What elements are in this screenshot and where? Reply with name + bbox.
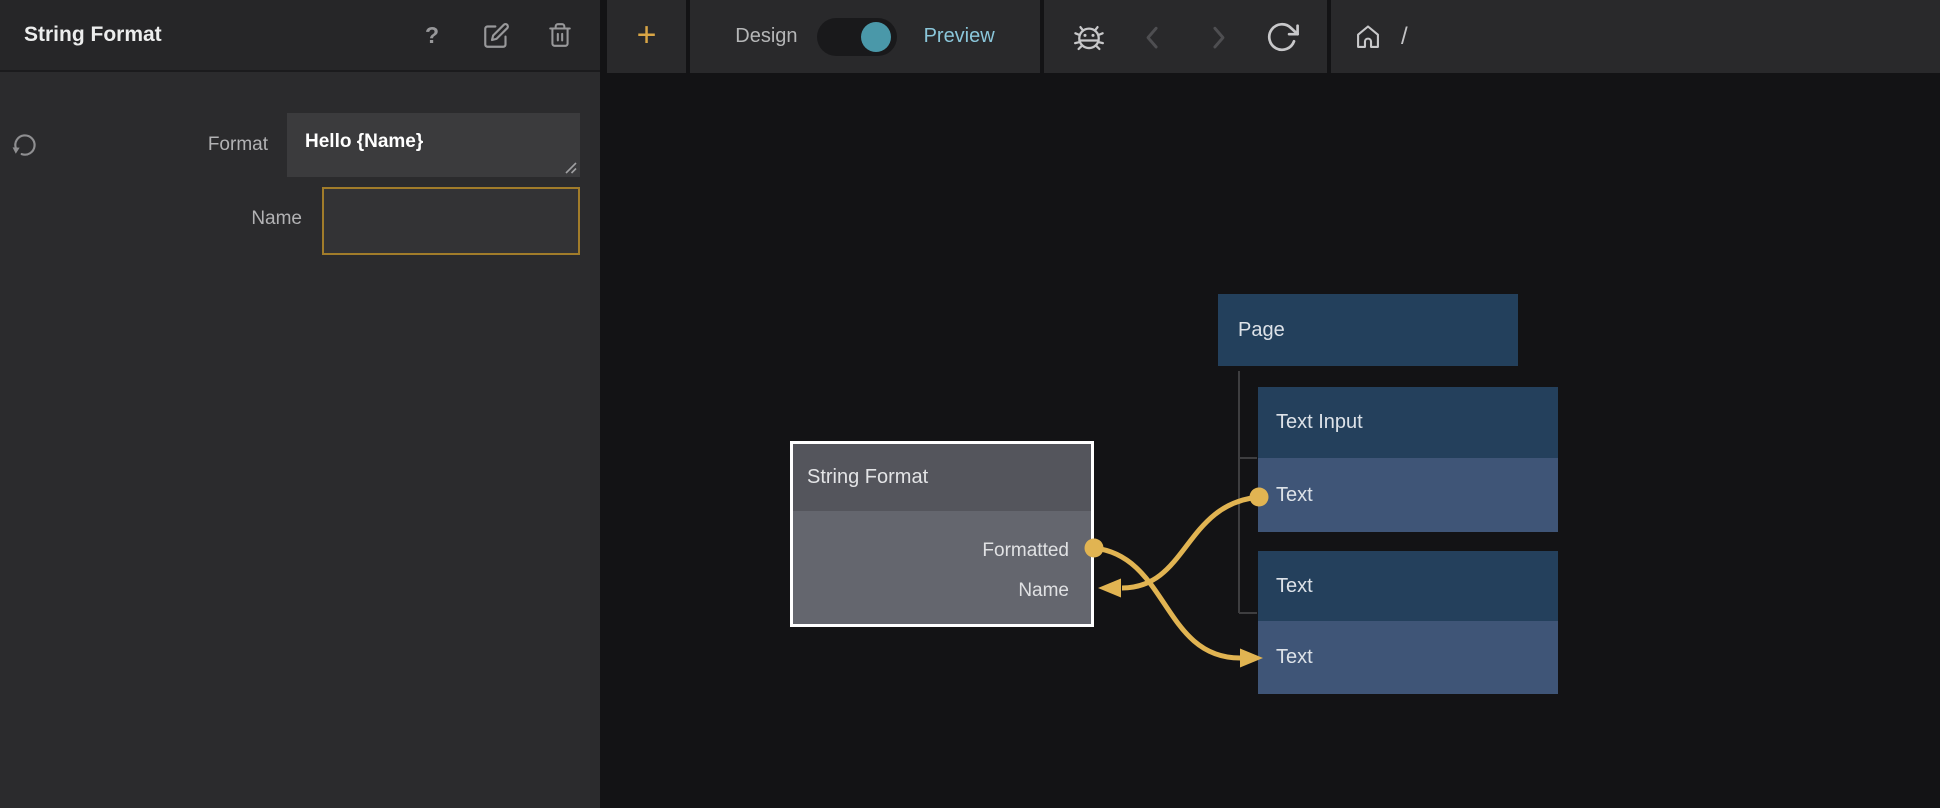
toggle-knob <box>861 22 891 52</box>
arrowhead-into-name <box>1098 579 1121 598</box>
help-icon: ? <box>425 22 439 49</box>
port-label-text: Text <box>1258 646 1313 669</box>
port-label-text: Text <box>1258 484 1313 507</box>
mode-switch-section: Design Preview <box>690 0 1040 73</box>
back-button[interactable] <box>1133 17 1173 57</box>
node-text-port-text[interactable]: Text <box>1258 621 1558 694</box>
edit-button[interactable] <box>482 21 510 49</box>
design-preview-toggle[interactable] <box>817 18 897 56</box>
node-text-input[interactable]: Text Input Text <box>1258 387 1558 532</box>
node-text-input-header[interactable]: Text Input <box>1258 387 1558 458</box>
name-field-input[interactable] <box>322 187 580 255</box>
app-window: String Format ? <box>0 0 1940 808</box>
property-panel-header: String Format ? <box>0 0 600 72</box>
wire-textinput-to-name <box>1122 497 1259 588</box>
refresh-button[interactable] <box>1262 17 1302 57</box>
add-node-button[interactable]: + <box>607 0 686 73</box>
trash-icon <box>547 22 573 48</box>
debug-button[interactable] <box>1069 17 1109 57</box>
node-string-format-header[interactable]: String Format <box>793 444 1091 511</box>
wire-formatted-to-text <box>1094 548 1240 658</box>
node-text-input-title: Text Input <box>1258 411 1363 434</box>
tree-connector-lines <box>1239 371 1257 613</box>
node-text-input-port-text[interactable]: Text <box>1258 458 1558 532</box>
node-text-header[interactable]: Text <box>1258 551 1558 621</box>
chevron-right-icon <box>1203 22 1233 52</box>
chevron-left-icon <box>1138 22 1168 52</box>
breadcrumb-path[interactable]: / <box>1401 23 1408 51</box>
design-mode-label[interactable]: Design <box>735 25 797 48</box>
node-page-title: Page <box>1218 319 1285 342</box>
home-icon <box>1354 20 1382 54</box>
forward-button[interactable] <box>1198 17 1238 57</box>
bug-icon <box>1069 16 1109 58</box>
node-text-title: Text <box>1258 575 1313 598</box>
node-text[interactable]: Text Text <box>1258 551 1558 694</box>
format-field-input[interactable]: Hello {Name} <box>287 113 580 177</box>
format-field-label: Format <box>0 134 268 156</box>
delete-button[interactable] <box>546 21 574 49</box>
home-button[interactable] <box>1354 23 1382 51</box>
port-formatted-output[interactable]: Formatted <box>793 540 1091 562</box>
edit-icon <box>483 22 510 49</box>
plus-icon: + <box>637 18 657 52</box>
panel-title: String Format <box>0 23 162 47</box>
port-name-input[interactable]: Name <box>793 580 1091 602</box>
node-string-format-title: String Format <box>793 466 928 489</box>
node-string-format-selected[interactable]: String Format Formatted Name <box>790 441 1094 627</box>
navigation-section <box>1044 0 1327 73</box>
refresh-icon <box>1265 20 1299 54</box>
property-panel: String Format ? <box>0 0 600 808</box>
help-button[interactable]: ? <box>418 21 446 49</box>
preview-mode-label[interactable]: Preview <box>924 25 995 48</box>
name-field-label: Name <box>0 208 302 230</box>
breadcrumb-section: / <box>1331 0 1940 73</box>
node-page[interactable]: Page <box>1218 294 1518 366</box>
